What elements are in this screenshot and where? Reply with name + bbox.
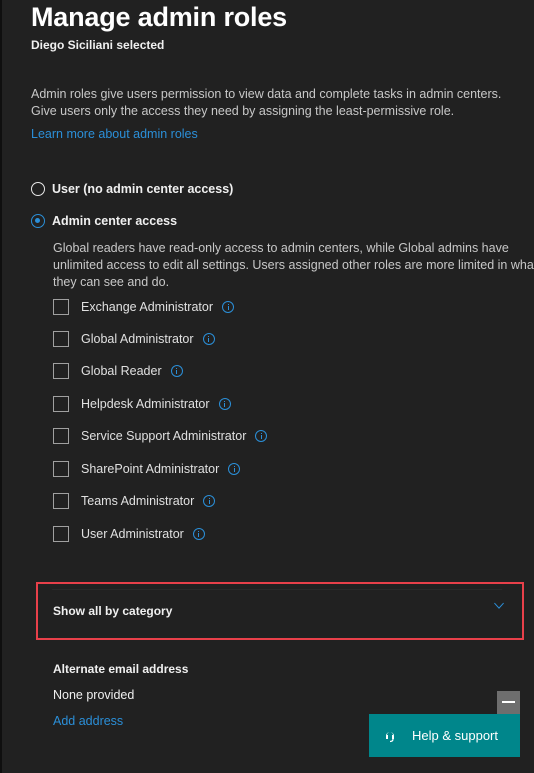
role-label[interactable]: Teams Administrator xyxy=(81,494,194,508)
info-icon[interactable] xyxy=(222,301,235,313)
left-edge-strip xyxy=(0,0,2,773)
radio-button-checked[interactable] xyxy=(31,214,45,228)
radio-admin-center-access[interactable]: Admin center access xyxy=(31,214,177,228)
role-label[interactable]: User Administrator xyxy=(81,527,184,541)
role-helpdesk-administrator[interactable]: Helpdesk Administrator xyxy=(53,396,231,412)
page-title: Manage admin roles xyxy=(31,2,287,32)
alternate-email-value: None provided xyxy=(53,688,135,702)
info-icon[interactable] xyxy=(192,528,205,540)
radio-button[interactable] xyxy=(31,182,45,196)
radio-user-no-admin-access[interactable]: User (no admin center access) xyxy=(31,182,233,196)
role-service-support-administrator[interactable]: Service Support Administrator xyxy=(53,428,268,444)
checkbox[interactable] xyxy=(53,461,69,477)
checkbox[interactable] xyxy=(53,526,69,542)
role-sharepoint-administrator[interactable]: SharePoint Administrator xyxy=(53,461,241,477)
checkbox[interactable] xyxy=(53,428,69,444)
category-toggle-label: Show all by category xyxy=(53,604,173,618)
role-exchange-administrator[interactable]: Exchange Administrator xyxy=(53,299,235,315)
show-all-by-category-toggle[interactable]: Show all by category xyxy=(36,582,524,640)
role-label[interactable]: Exchange Administrator xyxy=(81,300,213,314)
alternate-email-title: Alternate email address xyxy=(53,662,189,676)
checkbox[interactable] xyxy=(53,299,69,315)
role-user-administrator[interactable]: User Administrator xyxy=(53,526,205,542)
info-icon[interactable] xyxy=(203,495,216,507)
info-icon[interactable] xyxy=(228,463,241,475)
radio-label: User (no admin center access) xyxy=(52,182,234,196)
checkbox[interactable] xyxy=(53,396,69,412)
selected-user-label: Diego Siciliani selected xyxy=(31,38,165,52)
checkbox[interactable] xyxy=(53,331,69,347)
role-global-administrator[interactable]: Global Administrator xyxy=(53,331,215,347)
info-icon[interactable] xyxy=(202,333,215,345)
roles-description: Admin roles give users permission to vie… xyxy=(31,87,502,118)
role-global-reader[interactable]: Global Reader xyxy=(53,363,183,379)
help-and-support-label: Help & support xyxy=(412,728,498,743)
learn-more-link[interactable]: Learn more about admin roles xyxy=(31,127,198,141)
role-label[interactable]: Global Administrator xyxy=(81,332,194,346)
add-address-link[interactable]: Add address xyxy=(53,714,123,728)
checkbox[interactable] xyxy=(53,363,69,379)
role-label[interactable]: Helpdesk Administrator xyxy=(81,397,210,411)
checkbox[interactable] xyxy=(53,493,69,509)
role-label[interactable]: Service Support Administrator xyxy=(81,429,246,443)
role-label[interactable]: SharePoint Administrator xyxy=(81,462,219,476)
headset-icon xyxy=(386,731,394,742)
chevron-down-icon xyxy=(494,602,504,609)
admin-access-description: Global readers have read-only access to … xyxy=(53,241,534,289)
role-teams-administrator[interactable]: Teams Administrator xyxy=(53,493,216,509)
info-icon[interactable] xyxy=(170,365,183,377)
help-and-support-button[interactable]: Help & support xyxy=(369,714,520,757)
info-icon[interactable] xyxy=(218,398,231,410)
divider xyxy=(52,589,502,590)
role-label[interactable]: Global Reader xyxy=(81,364,162,378)
minimize-icon[interactable] xyxy=(497,691,520,714)
info-icon[interactable] xyxy=(255,430,268,442)
radio-label: Admin center access xyxy=(52,214,178,228)
